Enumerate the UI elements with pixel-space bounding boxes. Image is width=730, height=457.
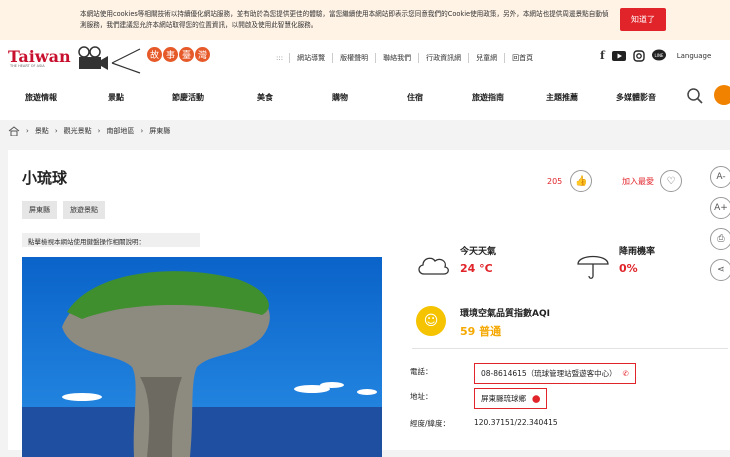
site-header: Taiwan THE HEART OF ASIA 故 事 臺 灣 ::: 網站導… — [0, 40, 730, 120]
address-key: 地址： — [410, 392, 433, 401]
social-links: f LINE Language — [600, 49, 711, 62]
phone-number: 08-8614615（琉球管理站暨遊客中心） — [481, 369, 617, 378]
rain-chance-value: 0% — [619, 262, 638, 275]
chevron-right-icon: › — [140, 127, 144, 135]
page-title: 小琉球 — [22, 169, 68, 187]
address-value[interactable]: 屏東縣琉球鄉 ⬤ — [474, 388, 548, 409]
link-home[interactable]: 回首頁 — [504, 53, 540, 63]
link-kids[interactable]: 兒童網 — [468, 53, 504, 63]
attraction-card: 小琉球 屏東縣 旅遊景點 點擊檢視本網站使用鍵盤操作相關說明： 205 👍 加入… — [8, 150, 730, 457]
link-admin[interactable]: 行政資訊網 — [418, 53, 468, 63]
font-decrease-button[interactable]: A- — [710, 166, 730, 188]
language-selector[interactable]: Language — [677, 52, 712, 60]
cookie-accept-button[interactable]: 知道了 — [620, 8, 666, 31]
main-nav: 旅遊情報 景點 節慶活動 美食 購物 住宿 旅遊指南 主題推薦 多媒體影音 — [0, 87, 730, 107]
aqi-panel: ☺ 環境空氣品質指數AQI 59 普通 — [412, 302, 728, 338]
line-icon[interactable]: LINE — [651, 49, 666, 62]
smiley-icon: ☺ — [416, 306, 446, 336]
coord-value: 120.37151/22.340415 — [474, 418, 558, 427]
nav-item-media[interactable]: 多媒體影音 — [616, 92, 656, 103]
tag-type[interactable]: 旅遊景點 — [63, 201, 105, 219]
breadcrumb-item[interactable]: 景點 — [35, 126, 49, 136]
address-text: 屏東縣琉球鄉 — [481, 394, 526, 403]
chevron-right-icon: › — [54, 127, 58, 135]
link-contact[interactable]: 聯絡我們 — [375, 53, 418, 63]
cookie-text: 本網站使用cookies等相關技術以持續優化網站服務，並有助於為您提供更佳的體驗… — [80, 10, 609, 29]
tag-county[interactable]: 屏東縣 — [22, 201, 57, 219]
cookie-banner: 本網站使用cookies等相關技術以持續優化網站服務，並有助於為您提供更佳的體驗… — [0, 0, 730, 40]
nav-item-food[interactable]: 美食 — [257, 92, 273, 103]
like-count: 205 — [547, 176, 563, 186]
phone-value[interactable]: 08-8614615（琉球管理站暨遊客中心） ✆ — [474, 363, 636, 384]
phone-icon: ✆ — [622, 369, 629, 378]
nav-item-themes[interactable]: 主題推薦 — [546, 92, 578, 103]
phone-key: 電話： — [410, 367, 433, 376]
link-copyright[interactable]: 版權聲明 — [332, 53, 375, 63]
cloud-icon — [418, 257, 449, 275]
heart-icon[interactable]: ♡ — [660, 170, 682, 192]
youtube-icon[interactable] — [611, 50, 626, 61]
svg-text:LINE: LINE — [654, 53, 663, 58]
add-favorite-label[interactable]: 加入最愛 — [622, 176, 654, 187]
like-area: 205 👍 — [547, 170, 593, 192]
instagram-icon[interactable] — [633, 49, 645, 62]
aqi-value: 59 普通 — [460, 325, 502, 338]
camera-icon — [78, 46, 141, 74]
nav-item-guide[interactable]: 旅遊指南 — [472, 92, 504, 103]
logo-bubble: 臺 — [179, 47, 194, 62]
today-weather-value: 24 °C — [460, 262, 493, 275]
nav-item-shopping[interactable]: 購物 — [332, 92, 348, 103]
logo-tagline: THE HEART OF ASIA — [10, 64, 45, 68]
breadcrumb: › 景點 › 觀光景點 › 南部地區 › 屏東縣 — [8, 126, 170, 136]
umbrella-icon — [577, 255, 609, 279]
thumbs-up-icon[interactable]: 👍 — [570, 170, 593, 192]
logo-bubble: 事 — [163, 47, 178, 62]
keyboard-help-note[interactable]: 點擊檢視本網站使用鍵盤操作相關說明： — [22, 233, 200, 247]
facebook-icon[interactable]: f — [600, 49, 605, 62]
attraction-photo[interactable] — [22, 257, 382, 457]
breadcrumb-item[interactable]: 觀光景點 — [64, 126, 92, 136]
logo-story-bubbles: 故 事 臺 灣 — [147, 47, 210, 62]
breadcrumb-item[interactable]: 南部地區 — [106, 126, 134, 136]
nav-item-lodging[interactable]: 住宿 — [407, 92, 423, 103]
chevron-right-icon: › — [97, 127, 101, 135]
link-sitemap[interactable]: 網站導覽 — [289, 53, 332, 63]
tag-list: 屏東縣 旅遊景點 — [22, 201, 105, 219]
weather-panel: 今天天氣 24 °C 降雨機率 0% — [412, 242, 730, 290]
logo-bubble: 故 — [147, 47, 162, 62]
nav-item-festivals[interactable]: 節慶活動 — [172, 92, 204, 103]
coord-key: 經度/緯度： — [410, 419, 451, 428]
today-weather-label: 今天天氣 — [460, 247, 497, 257]
menu-dots-icon: ::: — [276, 54, 284, 62]
home-icon[interactable] — [8, 126, 20, 136]
favorite-area: 加入最愛 ♡ — [622, 170, 682, 192]
nav-item-travel-info[interactable]: 旅遊情報 — [25, 92, 57, 103]
top-links: ::: 網站導覽 版權聲明 聯絡我們 行政資訊網 兒童網 回首頁 — [276, 53, 540, 63]
chevron-right-icon: › — [26, 127, 29, 135]
breadcrumb-item[interactable]: 屏東縣 — [149, 126, 170, 136]
aqi-label: 環境空氣品質指數AQI — [460, 309, 550, 319]
font-increase-button[interactable]: A+ — [710, 197, 730, 219]
divider — [412, 348, 728, 349]
nav-item-attractions[interactable]: 景點 — [108, 92, 124, 103]
rain-chance-label: 降雨機率 — [619, 247, 656, 257]
search-icon[interactable] — [686, 87, 704, 105]
logo-bubble: 灣 — [195, 47, 210, 62]
user-account-icon[interactable] — [714, 85, 730, 105]
map-pin-icon: ⬤ — [532, 394, 541, 403]
